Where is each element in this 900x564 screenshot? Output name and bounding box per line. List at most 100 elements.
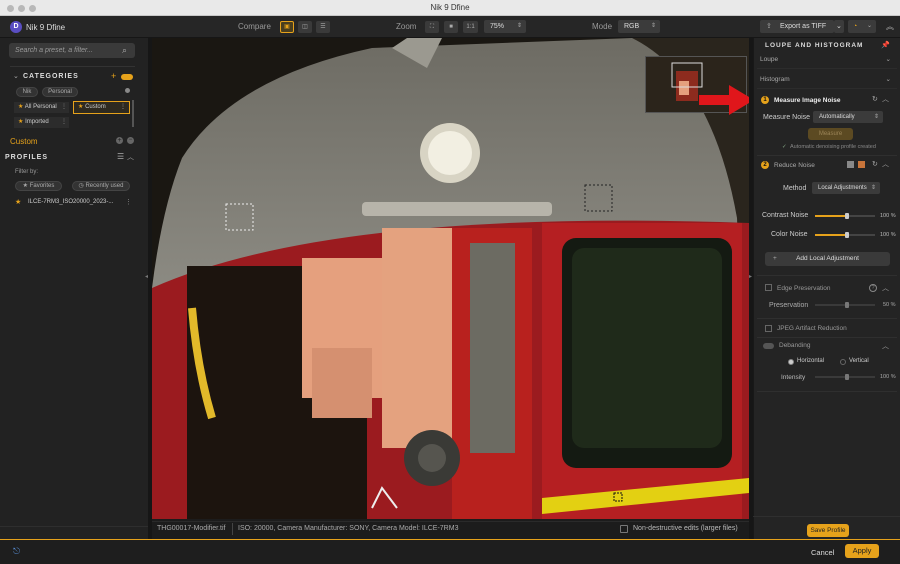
zoom-select[interactable]: 75% ⇕ [484, 20, 526, 33]
app-logo-icon: D [10, 21, 22, 33]
reset-icon[interactable]: ↻ [872, 95, 878, 103]
loupe-row[interactable]: Loupe ⌄ [757, 51, 897, 69]
compare-split-view-icon[interactable]: ◫ [298, 21, 312, 33]
zoom-fit-icon[interactable]: ⛶ [425, 21, 439, 33]
reset-icon[interactable]: ↻ [872, 160, 878, 168]
step-1-badge: 1 [761, 96, 769, 104]
divider [757, 318, 897, 319]
method-select[interactable]: Local Adjustments ⇕ [812, 182, 880, 194]
more-icon[interactable]: ⋮ [61, 102, 67, 113]
chip-all-personal[interactable]: ★ All Personal ⋮ [14, 102, 69, 113]
contrast-noise-slider[interactable] [815, 213, 875, 219]
jpeg-artifact-checkbox[interactable] [765, 325, 772, 332]
more-icon[interactable]: ⋮ [125, 198, 132, 206]
slider-knob[interactable] [845, 302, 849, 308]
chevron-up-icon[interactable]: ︿ [127, 152, 134, 162]
add-preset-icon[interactable]: + [116, 137, 123, 144]
preservation-slider[interactable] [815, 302, 875, 308]
remove-preset-icon[interactable]: − [127, 137, 134, 144]
tab-nik[interactable]: Nik [16, 87, 38, 97]
zoom-1to1-button[interactable]: 1:1 [463, 21, 478, 33]
bottom-bar [0, 539, 900, 564]
plus-icon: + [773, 255, 777, 262]
collapse-right-icon[interactable]: ▸ [749, 273, 752, 280]
apply-button[interactable]: Apply [845, 544, 879, 558]
debanding-toggle[interactable] [763, 343, 774, 349]
zoom-value: 75% [490, 23, 505, 30]
window-title: Nik 9 Dfine [430, 3, 470, 12]
measure-noise-label: Measure Noise [763, 114, 811, 121]
preservation-value: 50 % [883, 302, 896, 308]
search-input[interactable]: Search a preset, a filter... [9, 43, 135, 58]
jpeg-artifact-label: JPEG Artifact Reduction [777, 325, 847, 332]
add-category-icon[interactable]: + [111, 71, 116, 81]
search-icon[interactable]: ⌕ [122, 45, 127, 56]
nondestructive-checkbox[interactable] [620, 525, 628, 533]
collapse-left-icon[interactable]: ◂ [145, 273, 148, 280]
auto-profile-status: Automatic denoising profile created [790, 144, 876, 150]
loupe-label: Loupe [760, 56, 779, 63]
cancel-button[interactable]: Cancel [811, 548, 834, 557]
filter-recently-used[interactable]: ◷ Recently used [72, 181, 130, 191]
chevron-up-icon[interactable]: ︿ [882, 159, 889, 169]
star-icon: ★ [15, 199, 22, 206]
histogram-row[interactable]: Histogram ⌄ [757, 71, 897, 89]
filter-favorites[interactable]: ★ Favorites [15, 181, 62, 191]
chevron-updown-icon: ⇕ [516, 23, 522, 29]
export-button[interactable]: ⇪ Export as TIFF [760, 20, 834, 33]
slider-knob[interactable] [845, 374, 849, 380]
list-menu-icon[interactable]: ☰ [117, 152, 124, 161]
chevron-up-icon[interactable]: ︿ [882, 283, 889, 293]
collapse-up-icon[interactable]: ︽ [886, 21, 894, 32]
step-2-badge: 2 [761, 161, 769, 169]
measure-noise-title: Measure Image Noise [774, 97, 841, 104]
slider-knob[interactable] [845, 213, 849, 219]
edge-preservation-checkbox[interactable] [765, 284, 772, 291]
help-icon[interactable]: ? [869, 284, 877, 292]
more-icon[interactable]: ⋮ [61, 117, 67, 128]
filter-favorites-label: Favorites [29, 183, 55, 189]
chip-imported[interactable]: ★ Imported ⋮ [14, 117, 69, 128]
mode-select[interactable]: RGB ⇕ [618, 20, 660, 33]
chevron-down-icon[interactable]: ⌄ [13, 72, 19, 80]
divider [232, 523, 233, 535]
mask-icon[interactable] [847, 161, 854, 168]
compare-stacked-view-icon[interactable]: ☰ [316, 21, 330, 33]
horizontal-radio[interactable] [788, 359, 794, 365]
chip-label: Custom [85, 104, 106, 110]
categories-heading: CATEGORIES [23, 73, 79, 80]
pin-icon[interactable]: 📌 [881, 41, 890, 49]
categories-toggle[interactable] [121, 74, 133, 80]
more-icon[interactable]: ⋮ [120, 102, 126, 113]
loading-spinner-icon[interactable]: ◔ ⌄ [848, 20, 876, 33]
chevron-up-icon[interactable]: ︿ [882, 94, 889, 104]
app-name: Nik 9 Dfine [26, 23, 66, 32]
color-icon[interactable] [858, 161, 865, 168]
compare-single-view-icon[interactable]: ▣ [280, 21, 294, 33]
scrollbar[interactable] [132, 100, 134, 127]
image-metadata: ISO: 20000, Camera Manufacturer: SONY, C… [238, 525, 459, 532]
intensity-slider[interactable] [815, 374, 875, 380]
slider-knob[interactable] [845, 232, 849, 238]
chevron-updown-icon: ⇕ [650, 23, 656, 29]
export-options-chevron-icon[interactable]: ⌄ [834, 20, 844, 33]
plugin-icon[interactable]: ⎋ [13, 546, 20, 557]
add-local-adjustment-button[interactable]: + Add Local Adjustment [765, 252, 890, 266]
chip-custom[interactable]: ★ Custom ⋮ [73, 101, 130, 114]
profile-item[interactable]: ILCE-7RM3_ISO20000_2023-... [28, 199, 113, 205]
method-label: Method [783, 185, 807, 192]
color-noise-slider[interactable] [815, 232, 875, 238]
tab-personal[interactable]: Personal [42, 87, 78, 97]
zoom-fill-icon[interactable]: ■ [444, 21, 458, 33]
divider [757, 155, 897, 156]
measure-button[interactable]: Measure [808, 128, 853, 140]
save-profile-button[interactable]: Save Profile [807, 524, 849, 537]
contrast-noise-label: Contrast Noise [762, 212, 809, 219]
measure-noise-select[interactable]: Automatically ⇕ [813, 111, 883, 123]
chevron-up-icon[interactable]: ︿ [882, 341, 889, 351]
contrast-noise-value: 100 % [880, 213, 896, 219]
reduce-noise-title: Reduce Noise [774, 162, 815, 169]
chip-label: Imported [25, 119, 49, 125]
intensity-value: 100 % [880, 374, 896, 380]
vertical-radio[interactable] [840, 359, 846, 365]
